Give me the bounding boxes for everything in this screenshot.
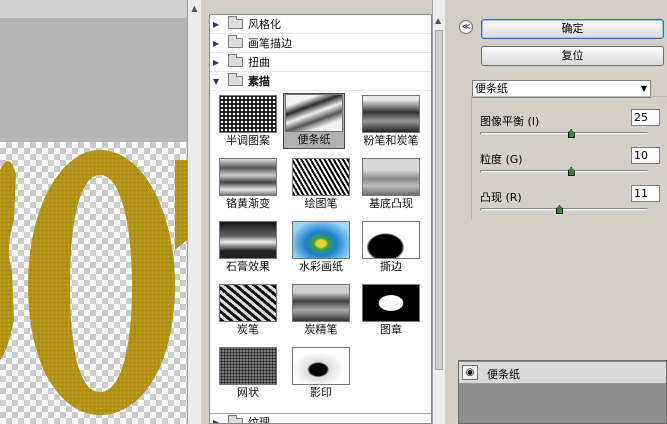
expand-triangle-icon[interactable]: ▶ <box>213 413 225 423</box>
thumbnail-image <box>362 284 420 322</box>
category-brush-strokes[interactable]: ▶ 画笔描边 <box>210 34 431 53</box>
param-value-input[interactable]: 10 <box>631 147 660 164</box>
thumbnail-image <box>292 158 350 196</box>
scroll-up-icon[interactable]: ▲ <box>190 4 199 13</box>
reset-button[interactable]: 复位 <box>481 46 664 66</box>
thumbnail-image <box>292 347 350 385</box>
folder-icon <box>228 54 243 67</box>
param-label: 粒度 (G) <box>480 153 523 166</box>
filter-note-paper[interactable]: 便条纸 <box>283 93 345 149</box>
filter-plaster[interactable]: 石膏效果 <box>217 221 279 275</box>
param-image-balance: 图像平衡 (I) 25 <box>480 109 660 145</box>
thumbnail-image <box>362 221 420 259</box>
filter-chrome[interactable]: 铬黄渐变 <box>217 158 279 212</box>
filter-browser: ▶ 风格化 ▶ 画笔描边 ▶ 扭曲 ▼ 素描 半调图案 便条纸 粉笔和炭笔 铬黄… <box>209 14 432 424</box>
filter-water-paper[interactable]: 水彩画纸 <box>290 221 352 275</box>
category-distort[interactable]: ▶ 扭曲 <box>210 53 431 72</box>
thumbnail-image <box>219 95 277 133</box>
slider-track[interactable] <box>480 132 648 135</box>
expand-triangle-icon[interactable]: ▶ <box>213 15 225 34</box>
collapse-triangle-icon[interactable]: ▼ <box>213 72 225 91</box>
filter-conte-crayon[interactable]: 炭精笔 <box>290 284 352 338</box>
gold-text-preview <box>0 150 187 415</box>
filter-charcoal[interactable]: 炭笔 <box>217 284 279 338</box>
settings-panel: ≪ 确定 复位 便条纸 ▼ 图像平衡 (I) 25 粒度 (G) 10 凸现 (… <box>445 0 667 424</box>
filter-halftone-pattern[interactable]: 半调图案 <box>217 95 279 149</box>
thumbnail-image <box>219 347 277 385</box>
scrollbar-thumb[interactable] <box>435 30 443 370</box>
thumbnail-image <box>219 284 277 322</box>
param-relief: 凸现 (R) 11 <box>480 185 660 221</box>
effect-layer-name: 便条纸 <box>487 368 520 381</box>
slider-track[interactable] <box>480 170 648 173</box>
filter-stamp[interactable]: 图章 <box>360 284 422 338</box>
folder-icon <box>228 414 243 423</box>
thumbnail-image <box>362 95 420 133</box>
filter-chalk-charcoal[interactable]: 粉笔和炭笔 <box>360 95 422 149</box>
filter-reticulation[interactable]: 网状 <box>217 347 279 401</box>
thumbnail-image <box>285 94 343 132</box>
filter-photocopy[interactable]: 影印 <box>290 347 352 401</box>
category-sketch[interactable]: ▼ 素描 <box>210 72 431 91</box>
param-value-input[interactable]: 25 <box>631 109 660 126</box>
thumbnail-image <box>219 221 277 259</box>
scroll-up-icon[interactable]: ▲ <box>435 16 441 25</box>
expand-triangle-icon[interactable]: ▶ <box>213 34 225 53</box>
slider-knob[interactable] <box>555 205 563 214</box>
preview-pane[interactable] <box>0 0 187 424</box>
thumbnail-image <box>362 158 420 196</box>
param-value-input[interactable]: 11 <box>631 185 660 202</box>
dropdown-arrow-icon: ▼ <box>640 84 647 93</box>
filter-graphic-pen[interactable]: 绘图笔 <box>290 158 352 212</box>
folder-icon <box>228 35 243 48</box>
param-label: 凸现 (R) <box>480 191 522 204</box>
slider-knob[interactable] <box>567 167 575 176</box>
filter-torn-edges[interactable]: 撕边 <box>360 221 422 275</box>
param-label: 图像平衡 (I) <box>480 115 540 128</box>
filter-parameters: 图像平衡 (I) 25 粒度 (G) 10 凸现 (R) 11 <box>471 96 667 220</box>
effect-layers-panel: ◉ 便条纸 <box>458 360 667 424</box>
thumbnail-image <box>292 284 350 322</box>
preview-scrollbar[interactable]: ▲ <box>187 0 201 424</box>
folder-icon <box>228 16 243 29</box>
thumbnail-image <box>292 221 350 259</box>
collapse-browser-icon[interactable]: ≪ <box>459 20 473 34</box>
slider-track[interactable] <box>480 208 648 211</box>
expand-triangle-icon[interactable]: ▶ <box>213 53 225 72</box>
category-texture[interactable]: ▶ 纹理 <box>210 413 431 423</box>
eye-icon[interactable]: ◉ <box>462 365 478 380</box>
param-graininess: 粒度 (G) 10 <box>480 147 660 183</box>
filter-thumbnails: 半调图案 便条纸 粉笔和炭笔 铬黄渐变 绘图笔 基底凸现 石膏效果 水彩画纸 撕… <box>210 91 431 399</box>
slider-knob[interactable] <box>567 129 575 138</box>
filter-browser-scrollbar[interactable]: ▲ <box>432 0 445 424</box>
category-stylize[interactable]: ▶ 风格化 <box>210 15 431 34</box>
filter-bas-relief[interactable]: 基底凸现 <box>360 158 422 212</box>
thumbnail-image <box>219 158 277 196</box>
filter-select-value: 便条纸 <box>475 82 508 95</box>
effect-layer-row[interactable]: ◉ 便条纸 <box>459 362 666 384</box>
ok-button[interactable]: 确定 <box>481 19 664 39</box>
folder-open-icon <box>228 73 243 86</box>
